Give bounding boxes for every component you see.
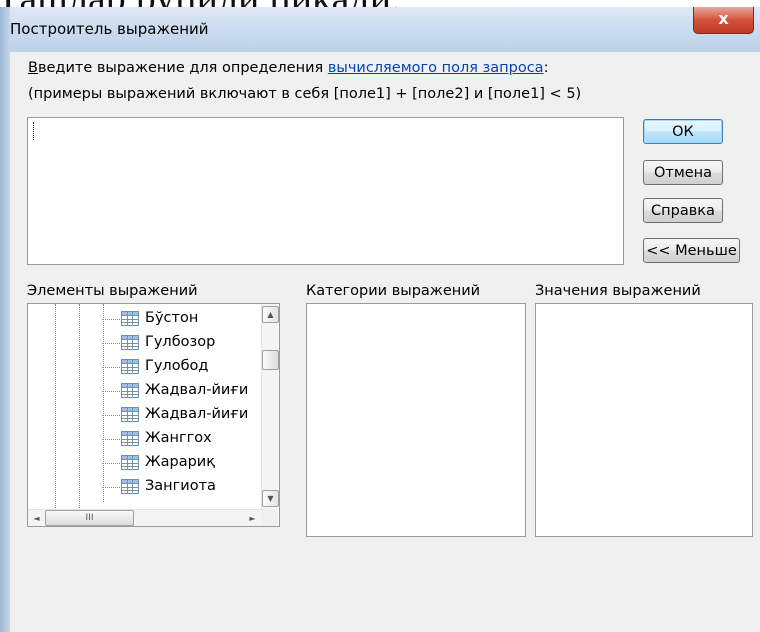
scroll-right-icon[interactable]: ► bbox=[244, 510, 261, 527]
calculated-field-link[interactable]: вычисляемого поля запроса bbox=[328, 60, 544, 76]
scroll-down-icon[interactable]: ▼ bbox=[262, 490, 279, 507]
tree-branch bbox=[102, 391, 120, 392]
window-title: Построитель выражений bbox=[10, 20, 209, 38]
table-icon bbox=[121, 407, 139, 422]
tree-item-label: Жарариқ bbox=[145, 454, 215, 470]
table-icon bbox=[121, 455, 139, 470]
elements-section-label: Элементы выражений bbox=[27, 283, 198, 299]
tree-branch bbox=[102, 463, 120, 464]
tree-item[interactable]: Бўстон bbox=[102, 307, 279, 331]
help-button[interactable]: Справка bbox=[643, 198, 723, 223]
values-list[interactable] bbox=[535, 303, 753, 537]
elements-tree[interactable]: Бўстон Гулбозор Гулобод Жадвал-йиғи Жадв bbox=[28, 304, 279, 526]
instruction-accelerator: В bbox=[28, 60, 38, 76]
instruction-line-1: Введите выражение для определения вычисл… bbox=[28, 60, 548, 76]
categories-list[interactable] bbox=[306, 303, 526, 537]
tree-vertical-scrollbar[interactable]: ▲ ▼ bbox=[261, 304, 279, 509]
tree-item-label: Гулбозор bbox=[145, 334, 216, 350]
tree-item[interactable]: Жарариқ bbox=[102, 451, 279, 475]
title-bar[interactable]: Построитель выражений x bbox=[0, 7, 760, 52]
categories-section-label: Категории выражений bbox=[306, 283, 481, 299]
table-icon bbox=[121, 311, 139, 326]
scroll-left-icon[interactable]: ◄ bbox=[28, 510, 45, 527]
tree-item[interactable]: Зангиота bbox=[102, 475, 279, 499]
tree-guide-line bbox=[55, 304, 56, 508]
vertical-scroll-thumb[interactable] bbox=[262, 350, 279, 370]
close-button[interactable]: x bbox=[693, 7, 754, 34]
tree-item-label: Жадвал-йиғи bbox=[145, 406, 249, 422]
tree-branch bbox=[102, 319, 120, 320]
scroll-up-icon[interactable]: ▲ bbox=[262, 306, 279, 323]
expression-input[interactable] bbox=[27, 117, 624, 265]
tree-item[interactable]: Жанггох bbox=[102, 427, 279, 451]
tree-item[interactable]: Гулобод bbox=[102, 355, 279, 379]
text-caret bbox=[33, 122, 35, 140]
table-icon bbox=[121, 359, 139, 374]
tree-item[interactable]: Жадвал-йиғи bbox=[102, 403, 279, 427]
table-icon bbox=[121, 383, 139, 398]
expression-builder-dialog: Построитель выражений x Введите выражени… bbox=[0, 7, 760, 632]
instruction-colon: : bbox=[543, 60, 549, 76]
tree-item[interactable]: Гулбозор bbox=[102, 331, 279, 355]
ok-button[interactable]: ОК bbox=[643, 119, 723, 144]
scrollbar-corner bbox=[261, 509, 278, 526]
table-icon bbox=[121, 479, 139, 494]
values-section-label: Значения выражений bbox=[535, 283, 701, 299]
tree-branch bbox=[102, 343, 120, 344]
less-button[interactable]: << Меньше bbox=[643, 238, 740, 263]
tree-item-label: Гулобод bbox=[145, 358, 209, 374]
tree-branch bbox=[102, 367, 120, 368]
close-icon: x bbox=[718, 9, 729, 28]
dialog-client-area: Введите выражение для определения вычисл… bbox=[10, 52, 760, 632]
tree-item-label: Бўстон bbox=[145, 310, 199, 326]
tree-item-label: Жанггох bbox=[145, 430, 212, 446]
tree-guide-line bbox=[79, 304, 80, 508]
tree-horizontal-scrollbar[interactable]: ◄ III ► bbox=[28, 509, 261, 526]
table-icon bbox=[121, 335, 139, 350]
instruction-line-2: (примеры выражений включают в себя [поле… bbox=[28, 86, 582, 102]
tree-branch bbox=[102, 415, 120, 416]
tree-item-label: Зангиота bbox=[145, 478, 216, 494]
tree-branch bbox=[102, 439, 120, 440]
instruction-text: ведите выражение для определения bbox=[37, 60, 328, 76]
tree-item[interactable]: Жадвал-йиғи bbox=[102, 379, 279, 403]
tree-item-label: Жадвал-йиғи bbox=[145, 382, 249, 398]
window-border-left bbox=[0, 7, 10, 632]
horizontal-scroll-thumb[interactable]: III bbox=[45, 510, 134, 526]
cancel-button[interactable]: Отмена bbox=[643, 160, 723, 185]
table-icon bbox=[121, 431, 139, 446]
tree-branch bbox=[102, 487, 120, 488]
